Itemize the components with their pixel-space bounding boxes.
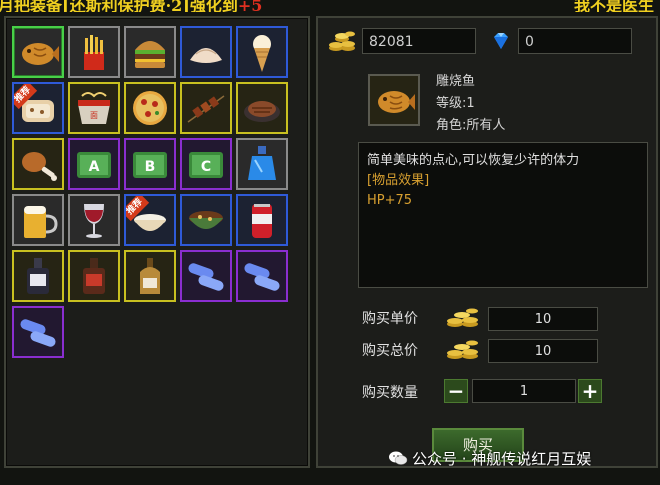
top-banner: 月把装备[还斯利保护费·2]强化到+5 我不是医生 xyxy=(0,0,660,12)
inventory-slot-wine[interactable] xyxy=(68,194,120,246)
capsule-icon xyxy=(20,319,56,347)
inventory-slot-bread[interactable]: 推荐 xyxy=(12,82,64,134)
svg-text:面: 面 xyxy=(90,111,98,120)
inventory-slot-dumpling[interactable] xyxy=(180,26,232,78)
svg-text:C: C xyxy=(201,159,211,175)
item-name: 雕烧鱼 xyxy=(436,74,476,89)
gold-coins-icon xyxy=(447,340,478,359)
svg-text:A: A xyxy=(89,159,100,175)
quantity-input[interactable]: 1 xyxy=(472,379,576,403)
inventory-slot-beer[interactable] xyxy=(12,194,64,246)
skewers-icon xyxy=(187,95,225,123)
capsule-icon xyxy=(188,263,224,291)
gold-amount: 82081 xyxy=(362,28,476,54)
effect-value: HP+75 xyxy=(367,193,413,208)
inventory-slot-capsule[interactable] xyxy=(180,250,232,302)
fries-icon xyxy=(84,35,104,70)
steak-icon xyxy=(244,101,280,122)
item-detail-panel: 82081 0 雕烧鱼 等级:1 角色:所有人 简单美味的点心,可以恢复少许的体… xyxy=(316,16,658,468)
inventory-slot-ticket-c[interactable]: C xyxy=(180,138,232,190)
inventory-slot-pizza[interactable] xyxy=(124,82,176,134)
item-description-box: 简单美味的点心,可以恢复少许的体力 [物品效果] HP+75 xyxy=(358,142,648,288)
inventory-slot-capsule[interactable] xyxy=(12,306,64,358)
inventory-slot-fries[interactable] xyxy=(68,26,120,78)
item-role: 角色:所有人 xyxy=(436,118,506,133)
decrease-quantity-button[interactable]: − xyxy=(444,379,468,403)
item-level: 等级:1 xyxy=(436,96,475,111)
ticket-c-icon: C xyxy=(189,152,223,178)
inventory-slot-bottle-3[interactable] xyxy=(124,250,176,302)
watermark: 公众号 · 神舰传说红月互娱 xyxy=(388,448,591,469)
bottle-2-icon xyxy=(83,258,105,294)
total-price-label: 购买总价 xyxy=(362,343,418,359)
inventory-slot-ice-cream[interactable] xyxy=(236,26,288,78)
inventory-slot-soda-can[interactable] xyxy=(236,194,288,246)
inventory-slot-capsule[interactable] xyxy=(236,250,288,302)
quantity-label: 购买数量 xyxy=(362,385,418,401)
bottle-1-icon xyxy=(27,258,49,294)
diamond-amount: 0 xyxy=(518,28,632,54)
svg-text:B: B xyxy=(145,159,156,175)
inventory-slot-drumstick[interactable] xyxy=(12,138,64,190)
unit-price-value: 10 xyxy=(488,307,598,331)
item-grid: 推荐面 A B C 推荐 xyxy=(12,26,288,358)
broadcast-message-right: 我不是医生 xyxy=(573,0,654,12)
inventory-slot-rice-bowl[interactable]: 推荐 xyxy=(124,194,176,246)
inventory-slot-taiyaki[interactable] xyxy=(12,26,64,78)
total-price-value: 10 xyxy=(488,339,598,363)
dumpling-icon xyxy=(190,48,222,63)
inventory-slot-blue-potion[interactable] xyxy=(236,138,288,190)
ticket-a-icon: A xyxy=(77,152,111,178)
inventory-slot-bottle-1[interactable] xyxy=(12,250,64,302)
wechat-icon xyxy=(389,451,408,465)
inventory-slot-noodle-bowl[interactable]: 面 xyxy=(68,82,120,134)
wine-icon xyxy=(84,204,104,238)
capsule-icon xyxy=(244,263,280,291)
inventory-slot-soup-bowl[interactable] xyxy=(180,194,232,246)
unit-price-label: 购买单价 xyxy=(362,311,418,327)
blue-potion-icon xyxy=(248,146,276,180)
diamond-icon xyxy=(494,33,508,49)
bottle-3-icon xyxy=(140,258,160,294)
gold-coins-icon xyxy=(447,308,478,327)
inventory-panel: 推荐面 A B C 推荐 xyxy=(4,16,310,468)
gold-coins-icon xyxy=(329,31,355,51)
inventory-slot-ticket-a[interactable]: A xyxy=(68,138,120,190)
soda-can-icon xyxy=(252,204,272,238)
inventory-slot-bottle-2[interactable] xyxy=(68,250,120,302)
broadcast-message: 月把装备[还斯利保护费·2]强化到+5 xyxy=(0,0,263,12)
pizza-icon xyxy=(133,91,167,125)
ticket-b-icon: B xyxy=(133,152,167,178)
burger-icon xyxy=(135,41,165,68)
item-description: 简单美味的点心,可以恢复少许的体力 xyxy=(367,153,580,168)
inventory-slot-steak[interactable] xyxy=(236,82,288,134)
effect-header: [物品效果] xyxy=(367,173,430,188)
taiyaki-icon xyxy=(22,43,59,65)
inventory-slot-skewers[interactable] xyxy=(180,82,232,134)
taiyaki-icon xyxy=(378,91,415,113)
drumstick-icon xyxy=(22,152,57,181)
selected-item-icon xyxy=(368,74,420,126)
ice-cream-icon xyxy=(253,35,271,72)
soup-bowl-icon xyxy=(189,211,223,229)
inventory-slot-burger[interactable] xyxy=(124,26,176,78)
noodle-bowl-icon: 面 xyxy=(78,92,110,124)
increase-quantity-button[interactable]: + xyxy=(578,379,602,403)
inventory-slot-ticket-b[interactable]: B xyxy=(124,138,176,190)
beer-icon xyxy=(24,206,58,238)
